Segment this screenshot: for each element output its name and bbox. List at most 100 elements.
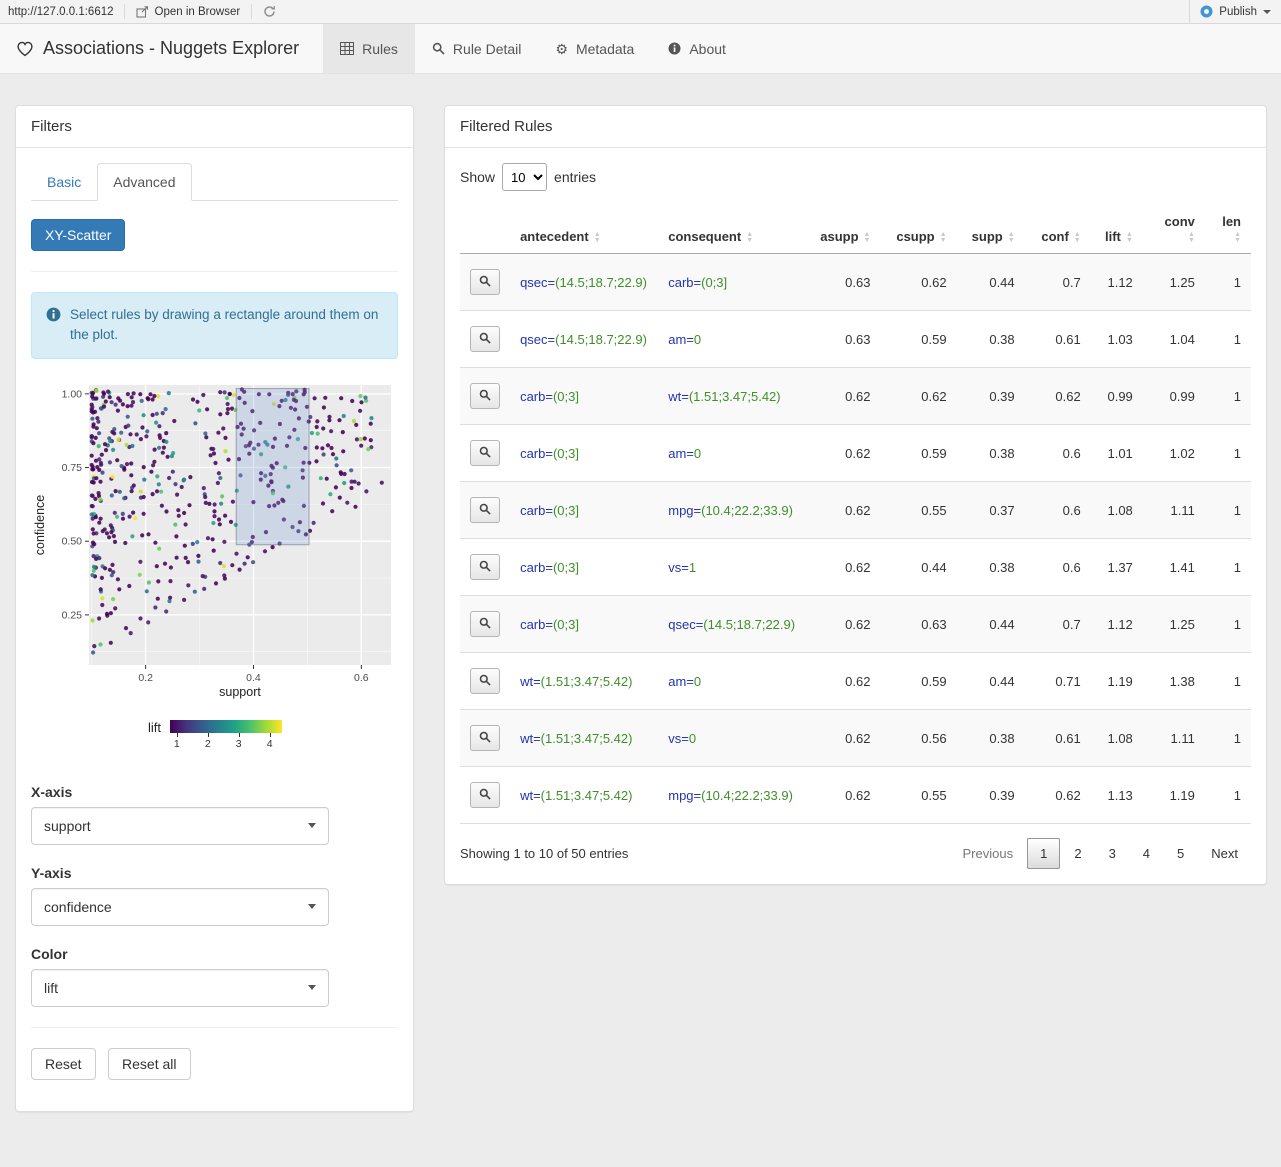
color-label: Color	[31, 945, 68, 962]
viewer-chrome-bar: http://127.0.0.1:6612 Open in Browser Pu…	[0, 0, 1281, 24]
conv-cell: 1.11	[1142, 481, 1205, 539]
color-value: lift	[44, 979, 58, 996]
asupp-cell: 0.62	[806, 367, 881, 425]
rule-search-button[interactable]	[470, 497, 500, 523]
publish-icon	[1200, 5, 1213, 18]
tab-advanced[interactable]: Advanced	[97, 163, 192, 201]
supp-cell: 0.39	[956, 766, 1025, 824]
column-header-antecedent[interactable]: antecedent ▲ ▼	[510, 205, 659, 254]
rule-search-button[interactable]	[470, 326, 500, 352]
viridis-gradient-bar	[170, 719, 282, 733]
xy-scatter-button[interactable]: XY-Scatter	[31, 219, 126, 251]
consequent-cell: am=0	[658, 310, 807, 368]
tab-rule-detail[interactable]: Rule Detail	[415, 24, 538, 73]
reset-all-button[interactable]: Reset all	[108, 1047, 191, 1080]
csupp-cell: 0.55	[880, 481, 957, 539]
rule-search-button[interactable]	[470, 383, 500, 409]
pagination-page-4[interactable]: 4	[1130, 838, 1163, 869]
rule-search-button[interactable]	[470, 782, 500, 808]
column-header-conf[interactable]: conf ▲ ▼	[1024, 205, 1091, 254]
search-icon	[479, 332, 491, 347]
svg-text:0.75: 0.75	[62, 462, 83, 474]
antecedent-cell: carb=(0;3]	[510, 367, 659, 425]
x-axis-select[interactable]: support	[31, 806, 329, 845]
tab-metadata[interactable]: ⚙ Metadata	[538, 24, 651, 73]
conf-cell: 0.71	[1024, 652, 1091, 710]
tab-rules[interactable]: Rules	[323, 24, 415, 73]
sort-icon: ▲ ▼	[1234, 230, 1241, 244]
tab-basic[interactable]: Basic	[31, 163, 97, 201]
rule-search-button[interactable]	[470, 440, 500, 466]
info-alert: Select rules by drawing a rectangle arou…	[31, 292, 398, 359]
reload-button[interactable]	[252, 0, 287, 23]
conv-cell: 1.11	[1142, 709, 1205, 767]
consequent-cell: carb=(0;3]	[658, 253, 807, 311]
pagination-previous[interactable]: Previous	[950, 838, 1027, 869]
legend-tick-label: 4	[266, 737, 273, 750]
supp-cell: 0.44	[956, 253, 1025, 311]
filtered-rules-panel: Filtered Rules Show 10 entries anteceden…	[444, 105, 1267, 885]
entries-label: entries	[554, 169, 597, 185]
column-header-csupp[interactable]: csupp ▲ ▼	[880, 205, 957, 254]
column-header-conv[interactable]: conv ▲ ▼	[1142, 205, 1205, 254]
column-header-len[interactable]: len ▲ ▼	[1204, 205, 1251, 254]
consequent-cell: qsec=(14.5;18.7;22.9)	[658, 595, 807, 653]
reset-button[interactable]: Reset	[31, 1047, 96, 1080]
y-axis-select[interactable]: confidence	[31, 887, 329, 926]
pagination-page-1[interactable]: 1	[1027, 838, 1061, 869]
supp-cell: 0.44	[956, 652, 1025, 710]
consequent-cell: mpg=(10.4;22.2;33.9)	[658, 481, 807, 539]
scatter-plot[interactable]: 0.2 0.4 0.6 0.25 0.50 0.75 1.00 support confiden…	[31, 375, 398, 712]
lift-cell: 1.08	[1090, 481, 1143, 539]
rules-table: antecedent ▲ ▼ consequent ▲ ▼ asupp ▲ ▼ csupp ▲…	[460, 205, 1251, 824]
consequent-cell: vs=0	[658, 709, 807, 767]
x-axis-value: support	[44, 817, 91, 834]
column-header-supp[interactable]: supp ▲ ▼	[956, 205, 1025, 254]
color-select[interactable]: lift	[31, 968, 329, 1007]
filters-panel: Filters Basic Advanced XY-Scatter Select…	[15, 105, 414, 1112]
caret-down-icon	[308, 985, 316, 990]
search-icon	[479, 617, 491, 632]
conf-cell: 0.7	[1024, 253, 1091, 311]
caret-down-icon	[1263, 9, 1271, 14]
rule-row: carb=(0;3] mpg=(10.4;22.2;33.9) 0.62 0.55 0.…	[460, 481, 1251, 539]
supp-cell: 0.38	[956, 709, 1025, 767]
color-group: Color lift	[31, 946, 398, 1007]
antecedent-cell: wt=(1.51;3.47;5.42)	[510, 766, 659, 824]
rule-row: carb=(0;3] qsec=(14.5;18.7;22.9) 0.62 0.63 0…	[460, 595, 1251, 653]
url-text: http://127.0.0.1:6612	[8, 5, 114, 18]
rule-search-button[interactable]	[470, 668, 500, 694]
rule-search-button[interactable]	[470, 611, 500, 637]
rule-search-button[interactable]	[470, 554, 500, 580]
pagination-page-3[interactable]: 3	[1096, 838, 1129, 869]
publish-button[interactable]: Publish	[1189, 0, 1281, 23]
pagination-page-2[interactable]: 2	[1061, 838, 1094, 869]
csupp-cell: 0.63	[880, 595, 957, 653]
csupp-cell: 0.59	[880, 652, 957, 710]
supp-cell: 0.38	[956, 310, 1025, 368]
conf-cell: 0.61	[1024, 709, 1091, 767]
consequent-cell: am=0	[658, 424, 807, 482]
alert-text: Select rules by drawing a rectangle arou…	[70, 307, 379, 343]
sort-icon: ▲ ▼	[593, 230, 601, 244]
tab-about[interactable]: About	[651, 24, 743, 73]
svg-text:0.6: 0.6	[354, 672, 369, 684]
page-length-select[interactable]: 10	[502, 163, 548, 191]
legend-tick-mark	[176, 732, 178, 737]
open-in-browser-button[interactable]: Open in Browser	[125, 0, 252, 23]
tab-label: Rule Detail	[452, 40, 522, 57]
column-header-consequent[interactable]: consequent ▲ ▼	[658, 205, 807, 254]
column-header-asupp[interactable]: asupp ▲ ▼	[806, 205, 881, 254]
rule-row: wt=(1.51;3.47;5.42) vs=0 0.62 0.56 0.38 0.61 1…	[460, 709, 1251, 767]
rule-search-button[interactable]	[470, 725, 500, 751]
search-icon	[479, 674, 491, 689]
rule-search-button[interactable]	[470, 269, 500, 295]
column-header-lift[interactable]: lift ▲ ▼	[1090, 205, 1143, 254]
pagination-next[interactable]: Next	[1198, 838, 1251, 869]
conf-cell: 0.61	[1024, 310, 1091, 368]
csupp-cell: 0.59	[880, 310, 957, 368]
lift-cell: 1.37	[1090, 538, 1143, 596]
svg-text:confidence: confidence	[33, 494, 47, 555]
pagination-page-5[interactable]: 5	[1164, 838, 1197, 869]
lift-cell: 1.19	[1090, 652, 1143, 710]
